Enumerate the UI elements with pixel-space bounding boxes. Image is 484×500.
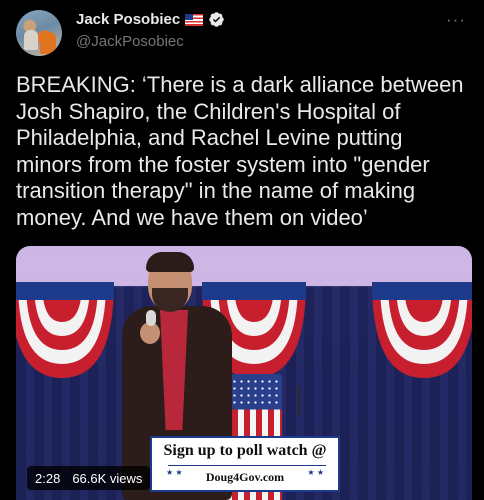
tweet-text: BREAKING: ‘There is a dark alliance betw… <box>16 72 470 230</box>
more-options-icon[interactable]: ··· <box>446 10 466 30</box>
video-stats-badge: 2:28 66.6K views <box>27 466 151 490</box>
author-avatar[interactable] <box>16 10 62 56</box>
avatar-figure <box>40 32 56 54</box>
bunting-decoration <box>16 282 114 378</box>
video-caption-overlay: Sign up to poll watch @ ★ ★ Doug4Gov.com… <box>150 436 340 492</box>
verified-badge-icon <box>209 12 224 27</box>
author-name[interactable]: Jack Posobiec <box>76 11 180 28</box>
author-name-row: Jack Posobiec <box>76 11 225 28</box>
author-handle[interactable]: @JackPosobiec <box>76 33 184 50</box>
mic-stand <box>298 386 300 416</box>
bunting-decoration <box>372 282 472 378</box>
caption-divider <box>168 465 326 466</box>
us-flag-icon <box>185 13 204 26</box>
caption-headline: Sign up to poll watch @ <box>163 442 327 459</box>
avatar-figure <box>24 30 38 50</box>
video-view-count: 66.6K views <box>72 470 143 486</box>
tweet-video[interactable]: Sign up to poll watch @ ★ ★ Doug4Gov.com… <box>16 246 472 500</box>
video-duration: 2:28 <box>35 470 61 486</box>
star-icon: ★ ★ <box>307 468 324 477</box>
tweet[interactable]: Jack Posobiec @JackPosobiec ··· BREAKING… <box>0 0 484 500</box>
